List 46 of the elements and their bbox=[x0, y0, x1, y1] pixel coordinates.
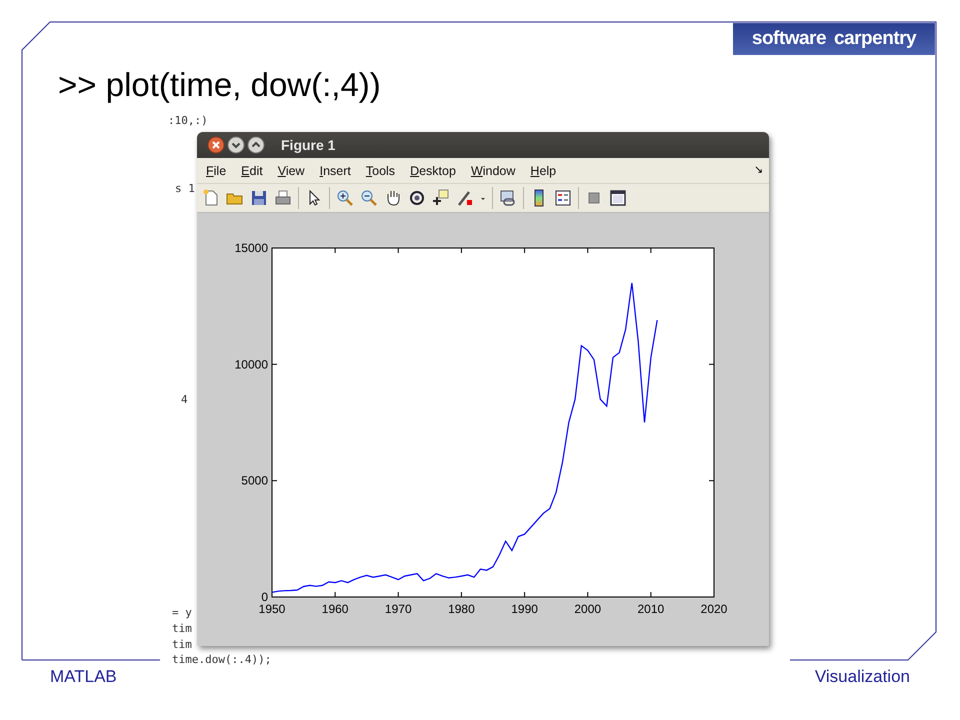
dock-arrow[interactable]: ↘ bbox=[754, 162, 763, 176]
menu-item[interactable]: View bbox=[278, 164, 305, 178]
data-cursor-icon[interactable] bbox=[432, 189, 450, 208]
legend-icon[interactable] bbox=[554, 189, 572, 208]
menu-item[interactable]: Edit bbox=[241, 164, 263, 178]
y-tick-label: 15000 bbox=[234, 241, 268, 255]
x-tick-label: 1950 bbox=[258, 602, 286, 616]
console-text: time.dow(:.4)); bbox=[172, 653, 272, 666]
maximize-icon[interactable] bbox=[247, 136, 265, 154]
y-tick-label: 5000 bbox=[241, 474, 268, 488]
x-tick-label: 1980 bbox=[448, 602, 475, 616]
x-tick-label: 2000 bbox=[574, 602, 602, 616]
console-text: tim bbox=[172, 638, 192, 651]
footer-text: MATLAB bbox=[50, 667, 117, 687]
print-icon[interactable] bbox=[274, 189, 292, 208]
menu-item[interactable]: Help bbox=[530, 164, 556, 178]
window-title: Figure 1 bbox=[281, 136, 336, 153]
menu-item[interactable]: Insert bbox=[320, 164, 351, 178]
console-text: 4 bbox=[181, 393, 188, 406]
x-tick-label: 1990 bbox=[511, 602, 538, 616]
close-icon[interactable] bbox=[207, 136, 225, 154]
y-tick-label: 10000 bbox=[234, 357, 268, 372]
brush-icon[interactable] bbox=[456, 189, 474, 208]
minimize-icon[interactable] bbox=[227, 136, 245, 154]
zoom-out-icon[interactable] bbox=[360, 189, 378, 208]
y-tick-label: 0 bbox=[261, 590, 268, 604]
logo-word: carpentry bbox=[834, 28, 916, 50]
menu-item[interactable]: Tools bbox=[366, 164, 396, 178]
logo-word: software bbox=[752, 28, 826, 50]
menu-item[interactable]: Desktop bbox=[410, 164, 456, 178]
menu-item[interactable]: File bbox=[206, 164, 226, 178]
x-tick-label: 2010 bbox=[638, 602, 664, 616]
console-text: :10,:) bbox=[168, 114, 208, 127]
save-icon[interactable] bbox=[250, 189, 268, 208]
footer-text: Visualization bbox=[814, 667, 910, 687]
x-tick-label: 2020 bbox=[700, 602, 728, 616]
window-panel-icon[interactable] bbox=[609, 189, 627, 208]
x-tick-label: 1960 bbox=[322, 602, 348, 616]
console-text: s 1 bbox=[175, 182, 195, 195]
new-file-icon[interactable] bbox=[202, 189, 220, 208]
console-text: tim bbox=[172, 622, 192, 635]
console-text: = y bbox=[172, 606, 192, 619]
x-tick-label: 1970 bbox=[384, 602, 412, 616]
menu-item[interactable]: Window bbox=[470, 164, 516, 178]
slide-title: >> plot(time, dow(:,4)) bbox=[58, 66, 381, 104]
zoom-in-icon[interactable] bbox=[336, 189, 354, 208]
